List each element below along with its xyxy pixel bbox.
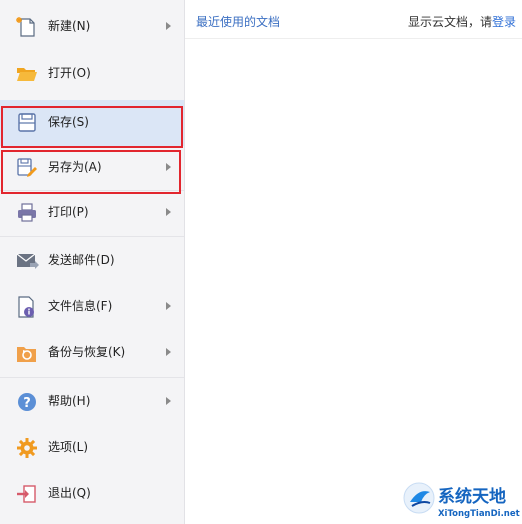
menu-item-open[interactable]: 打开(O) — [0, 51, 184, 97]
watermark-url: XiTongTianDi.net — [438, 509, 520, 519]
folder-open-icon — [15, 62, 39, 86]
menu-item-label: 打印(P) — [48, 205, 89, 219]
menu-item-label: 新建(N) — [48, 19, 91, 33]
menu-item-label: 选项(L) — [48, 440, 89, 454]
menu-divider — [0, 377, 184, 378]
menu-item-send-mail[interactable]: 发送邮件(D) — [0, 238, 184, 284]
submenu-arrow-icon — [166, 302, 171, 310]
recent-documents-list — [186, 40, 522, 470]
save-as-highlight-box — [1, 150, 181, 194]
submenu-arrow-icon — [166, 397, 171, 405]
save-highlight-box — [1, 106, 183, 148]
new-document-icon — [15, 15, 39, 39]
xitongtiandi-watermark: 系统天地 XiTongTianDi.net — [402, 478, 520, 522]
gear-icon — [15, 436, 39, 460]
file-info-icon — [15, 295, 39, 319]
menu-item-label: 备份与恢复(K) — [48, 345, 126, 359]
menu-item-backup-restore[interactable]: 备份与恢复(K) — [0, 330, 184, 376]
printer-icon — [15, 201, 39, 225]
submenu-arrow-icon — [166, 22, 171, 30]
menu-item-help[interactable]: ? 帮助(H) — [0, 379, 184, 425]
menu-item-exit[interactable]: 退出(Q) — [0, 471, 184, 517]
submenu-arrow-icon — [166, 348, 171, 356]
recent-documents-title: 最近使用的文档 — [196, 15, 281, 29]
menu-item-label: 文件信息(F) — [48, 299, 113, 313]
menu-item-options[interactable]: 选项(L) — [0, 425, 184, 471]
help-icon: ? — [15, 390, 39, 414]
menu-item-label: 帮助(H) — [48, 394, 91, 408]
login-link[interactable]: 登录 — [492, 15, 516, 29]
menu-item-label: 退出(Q) — [48, 486, 91, 500]
submenu-arrow-icon — [166, 208, 171, 216]
wps-file-menu-window: 新建(N) 打开(O) 保存(S) 另存为(A) 打印(P) 发送邮件(D) 文… — [0, 0, 522, 524]
cloud-docs-hint: 显示云文档，请登录 — [408, 14, 516, 30]
cloud-hint-text: 显示云文档，请 — [407, 15, 492, 29]
mail-icon — [15, 249, 39, 273]
file-menu-panel: 新建(N) 打开(O) 保存(S) 另存为(A) 打印(P) 发送邮件(D) 文… — [0, 0, 185, 524]
backup-restore-icon — [15, 341, 39, 365]
menu-item-label: 打开(O) — [48, 66, 91, 80]
header-divider — [185, 38, 522, 39]
menu-item-label: 发送邮件(D) — [48, 253, 115, 267]
menu-item-new[interactable]: 新建(N) — [0, 4, 184, 50]
menu-divider — [0, 236, 184, 237]
menu-item-print[interactable]: 打印(P) — [0, 190, 184, 236]
watermark-title: 系统天地 — [438, 486, 506, 507]
svg-text:?: ? — [23, 396, 31, 411]
exit-icon — [15, 482, 39, 506]
menu-item-file-info[interactable]: 文件信息(F) — [0, 284, 184, 330]
